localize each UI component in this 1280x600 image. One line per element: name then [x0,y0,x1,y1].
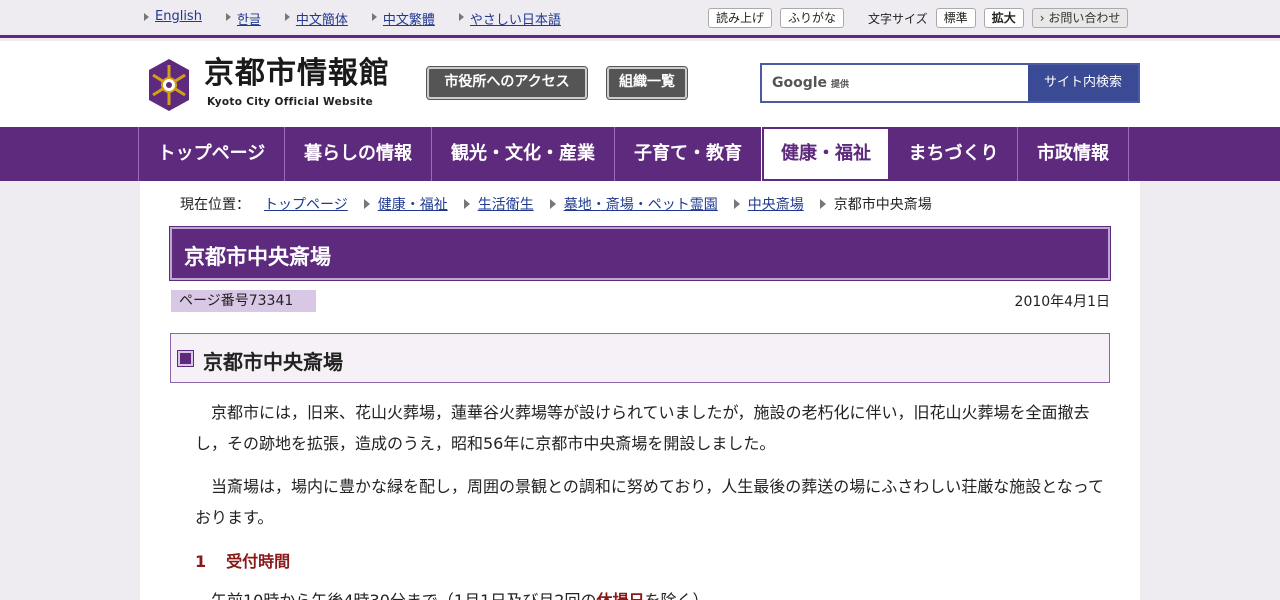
breadcrumb-link-central-crematorium[interactable]: 中央斎場 [748,194,804,214]
google-brand: Google [772,75,828,91]
lang-link-korean[interactable]: 한글 [224,9,261,28]
google-brand-sub: 提供 [831,80,850,90]
font-size-label: 文字サイズ [868,11,928,26]
breadcrumb-arrow-icon [733,199,740,209]
page-title-box: 京都市中央斎場 [169,226,1111,281]
site-title[interactable]: 京都市情報館 [204,57,390,91]
furigana-button[interactable]: ふりがな [780,8,845,28]
breadcrumb-link-sanitation[interactable]: 生活衛生 [478,194,534,214]
lang-link-chinese-traditional[interactable]: 中文繁體 [370,9,435,28]
breadcrumb-label: 現在位置： [180,197,250,213]
page-number: ページ番号73341 [171,290,316,312]
breadcrumb-current: 京都市中央斎場 [833,197,932,213]
site-search-button[interactable]: サイト内検索 [1028,65,1138,101]
lang-link-english[interactable]: English [142,9,202,28]
breadcrumb-link-health[interactable]: 健康・福祉 [378,194,448,214]
nav-item-tourism-culture[interactable]: 観光・文化・産業 [432,127,615,181]
organization-list-button[interactable]: 組織一覧 [606,66,688,100]
breadcrumb-link-top[interactable]: トップページ [264,194,348,214]
closed-days-link[interactable]: 休場日 [596,591,644,600]
contact-button[interactable]: › お問い合わせ [1031,8,1129,28]
nav-item-health-welfare[interactable]: 健康・福祉 [761,126,891,182]
subsection-heading: 1 受付時間 [195,548,290,572]
breadcrumb-arrow-icon [549,199,556,209]
lang-link-chinese-simplified[interactable]: 中文簡体 [283,9,348,28]
breadcrumb-arrow-icon [363,199,370,209]
city-hall-access-button[interactable]: 市役所へのアクセス [426,66,588,100]
section-heading: 京都市中央斎場 [203,350,343,374]
site-header: 京都市情報館 Kyoto City Official Website 市役所への… [0,41,1280,127]
facility-paragraph: 当斎場は，場内に豊かな緑を配し，周囲の景観との調和に努めており，人生最後の葬送の… [195,477,1104,527]
nav-item-childcare-education[interactable]: 子育て・教育 [615,127,762,181]
subsection-title: 受付時間 [226,552,291,571]
google-mark: Google 提供 [772,75,849,91]
nav-item-town-planning[interactable]: まちづくり [890,127,1018,181]
page-date: 2010年4月1日 [1014,294,1110,310]
contact-label: お問い合わせ [1048,11,1121,25]
breadcrumb-arrow-icon [463,199,470,209]
read-aloud-button[interactable]: 読み上げ [708,8,773,28]
hours-paragraph: 午前10時から午後4時30分まで（1月1日及び月2回の休場日を除く） [195,587,708,600]
utility-bar: English 한글 中文簡体 中文繁體 やさしい日本語 読み上げ ふりがな 文… [0,0,1280,38]
breadcrumb-arrow-icon [819,199,826,209]
hours-text-end: を除く） [644,591,708,600]
nav-item-living[interactable]: 暮らしの情報 [285,127,432,181]
lang-link-easy-japanese[interactable]: やさしい日本語 [457,9,561,28]
content-panel: 現在位置： トップページ 健康・福祉 生活衛生 墓地・斎場・ペット霊園 中央斎場… [140,181,1140,600]
section-heading-box: 京都市中央斎場 [170,333,1110,383]
language-links: English 한글 中文簡体 中文繁體 やさしい日本語 [142,9,583,28]
heading-square-icon [177,350,194,367]
site-subtitle: Kyoto City Official Website [207,96,373,108]
site-search: Google 提供 サイト内検索 [760,63,1140,103]
font-standard-button[interactable]: 標準 [935,8,976,28]
tool-buttons: 読み上げ ふりがな 文字サイズ 標準 拡大 › お問い合わせ [708,8,1136,28]
nav-item-top-page[interactable]: トップページ [138,127,285,181]
nav-item-city-government[interactable]: 市政情報 [1018,127,1129,181]
kyoto-city-emblem-icon[interactable] [143,57,195,113]
global-nav: トップページ 暮らしの情報 観光・文化・産業 子育て・教育 健康・福祉 まちづく… [0,126,1280,182]
font-large-button[interactable]: 拡大 [983,8,1024,28]
subsection-number: 1 [195,552,207,571]
breadcrumb-link-cemeteries[interactable]: 墓地・斎場・ペット霊園 [564,194,718,214]
breadcrumb: 現在位置： トップページ 健康・福祉 生活衛生 墓地・斎場・ペット霊園 中央斎場… [180,194,932,214]
page-title: 京都市中央斎場 [184,245,331,269]
intro-paragraph: 京都市には，旧来、花山火葬場，蓮華谷火葬場等が設けられていましたが，施設の老朽化… [195,403,1090,453]
hours-text: 午前10時から午後4時30分まで（1月1日及び月2回の [211,591,596,600]
